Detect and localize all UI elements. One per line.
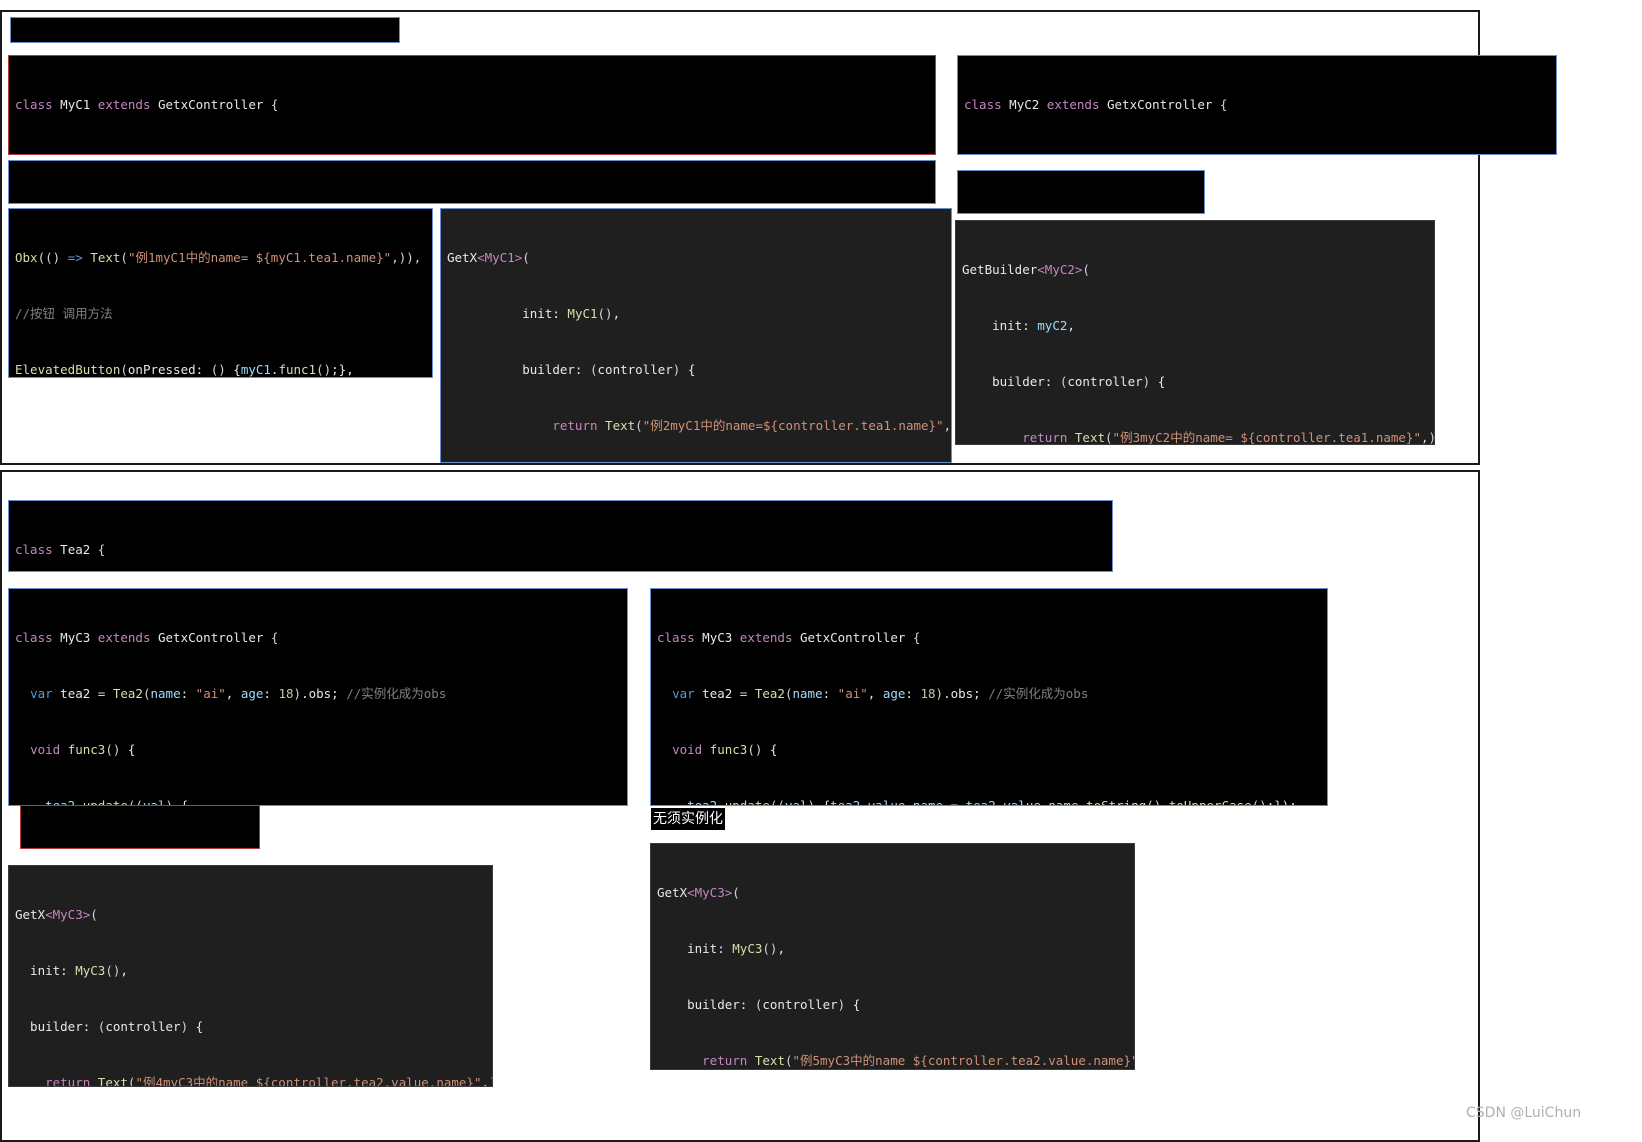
code-block-class-myc2: class MyC2 extends GetxController { var … [957,55,1557,155]
code-block-obx-example-1: Obx(() => Text("例1myC1中的name= ${myC1.tea… [8,208,433,378]
code-block-getx-example-4: GetX<MyC3>( init: MyC3(), builder: (cont… [8,865,493,1087]
diagram-canvas: class Tea1 {var name = "ai".obs;var age … [0,0,1642,1142]
code-block-class-tea2: class Tea2 { var name;var age; Tea2({thi… [8,500,1113,572]
code-block-getbuilder-example-3: GetBuilder<MyC2>( init: myC2, builder: (… [955,220,1435,445]
code-block-myc2-instantiate: // 组件中实例化控制器 MyC2 myC2 = Get.put(MyC2())… [957,170,1205,214]
code-block-myc3-instantiate: // 组件中实例化控制器 MyC3 myC3 = Get.put(MyC3())… [20,805,260,849]
label-no-instantiation-needed: 无须实例化 [651,808,725,830]
code-block-class-myc1: class MyC1 extends GetxController { var … [8,55,936,155]
code-block-getx-example-2: GetX<MyC1>( init: MyC1(), builder: (cont… [440,208,952,463]
code-block-class-tea1: class Tea1 {var name = "ai".obs;var age … [10,17,400,43]
code-block-class-myc3-expanded: class MyC3 extends GetxController { var … [8,588,628,806]
code-block-class-myc3-compact: class MyC3 extends GetxController { var … [650,588,1328,806]
code-block-myc1-instantiate: // 组件中实例化控制器 MyC1 myC1 = Get.put(MyC1())… [8,160,936,204]
code-block-getx-example-5: GetX<MyC3>( init: MyC3(), builder: (cont… [650,843,1135,1070]
watermark-csdn: CSDN @LuiChun [1466,1105,1582,1121]
